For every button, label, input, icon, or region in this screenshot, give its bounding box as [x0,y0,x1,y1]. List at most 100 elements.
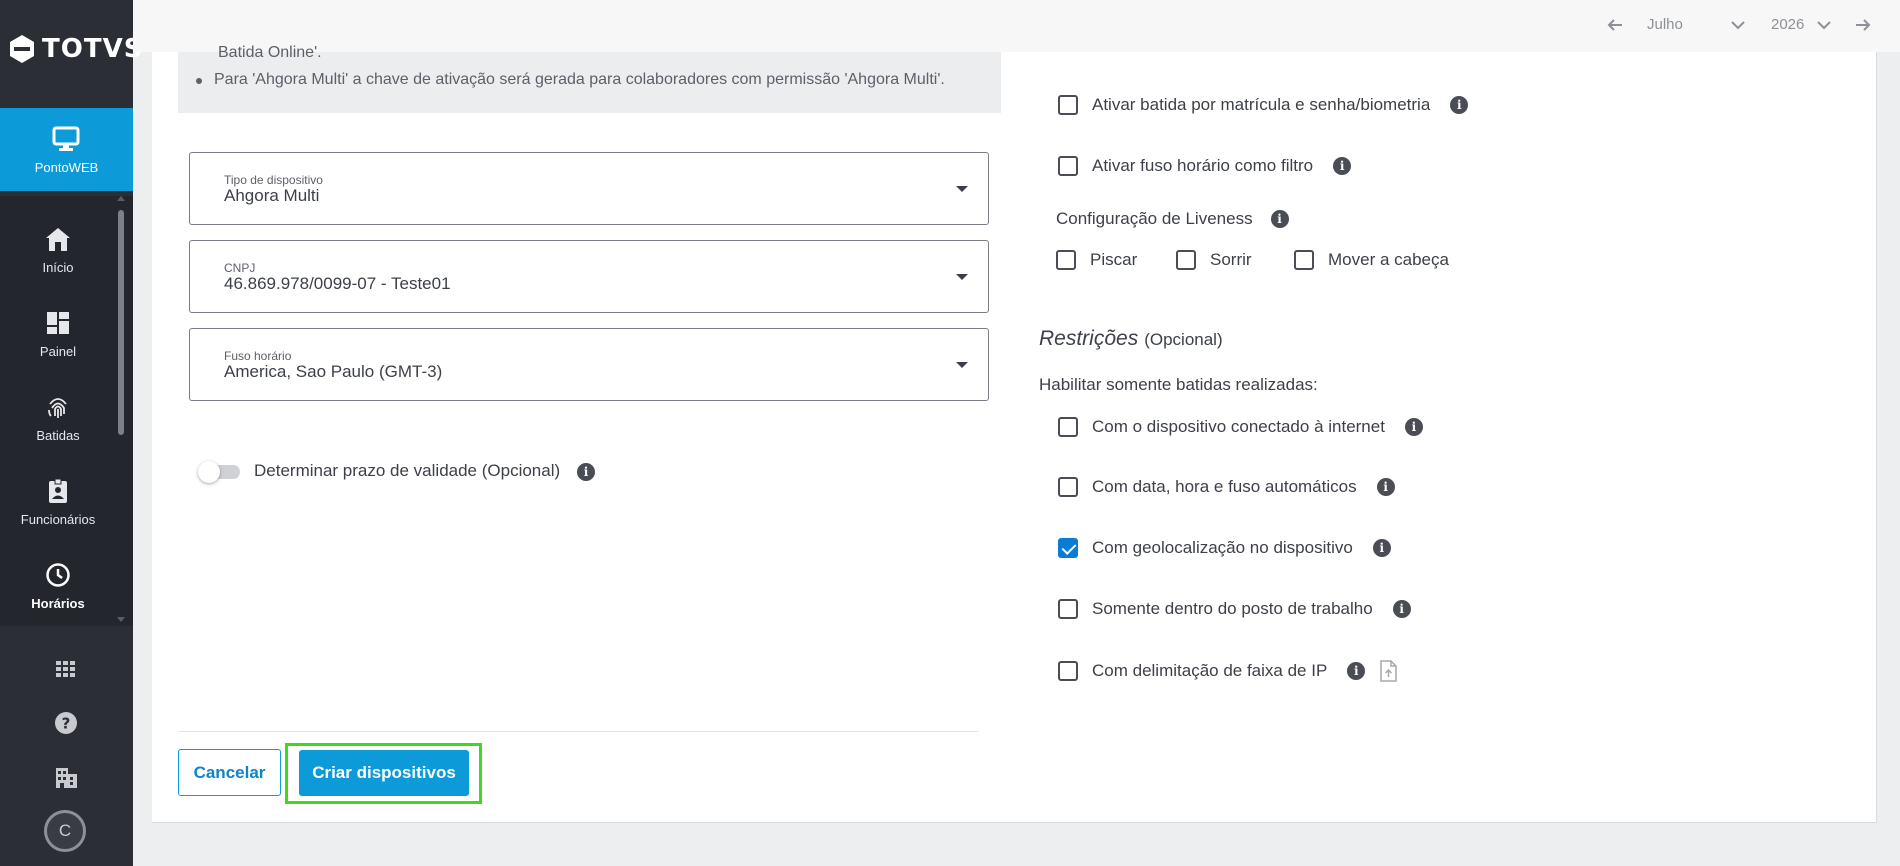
option-label: Sorrir [1210,250,1252,269]
checkbox[interactable] [1058,661,1078,681]
restriction-faixa-ip[interactable]: Com delimitação de faixa de IP i [1058,660,1398,682]
info-icon[interactable]: i [1372,539,1391,557]
nav-item-painel[interactable]: Painel [0,290,116,370]
cnpj-select[interactable]: CNPJ 46.869.978/0099-07 - Teste01 [189,240,989,313]
info-box-cut-text: Batida Online'. [218,44,322,61]
timezone-select[interactable]: Fuso horário America, Sao Paulo (GMT-3) [189,328,989,401]
year-select-value[interactable]: 2026 [1771,16,1804,33]
clock-icon [46,563,70,587]
liveness-title: Configuração de Liveness [1056,209,1253,228]
nav-label: Início [42,260,74,275]
restriction-label: Somente dentro do posto de trabalho [1092,599,1373,618]
info-icon[interactable]: i [1404,418,1423,436]
info-icon[interactable]: i [1333,157,1352,175]
logo-text: TOTVS [42,34,144,64]
checkbox[interactable] [1058,95,1078,115]
badge-icon [49,478,67,503]
restrictions-title: Restrições [1039,327,1139,350]
arrow-left-icon[interactable] [1607,18,1623,32]
totvs-logo-icon [10,35,34,63]
bullet-dot [196,78,202,84]
dropdown-caret-icon [956,186,968,192]
toggle-knob [198,461,220,483]
info-icon[interactable]: i [1392,600,1411,618]
dropdown-caret-icon [956,274,968,280]
checkbox[interactable] [1294,250,1314,270]
info-box-bullet: Para 'Ahgora Multi' a chave de ativação … [196,71,945,89]
option-label: Ativar batida por matrícula e senha/biom… [1092,95,1431,114]
nav-item-funcionarios[interactable]: Funcionários [0,458,116,538]
home-icon [46,228,70,251]
restriction-data-hora[interactable]: Com data, hora e fuso automáticos i [1058,477,1395,497]
nav-scroll-area: Início Painel Batidas Funcionários Horár… [0,196,133,626]
option-label: Piscar [1090,250,1138,269]
cnpj-value: 46.869.978/0099-07 - Teste01 [224,274,451,293]
restriction-label: Com data, hora e fuso automáticos [1092,477,1357,496]
sidebar-scrollbar-thumb[interactable] [118,210,124,435]
monitor-icon [52,126,80,151]
restriction-posto-trabalho[interactable]: Somente dentro do posto de trabalho i [1058,599,1411,619]
scroll-up-arrow[interactable] [117,196,125,201]
cnpj-label: CNPJ [224,261,256,275]
scroll-down-arrow[interactable] [117,617,125,622]
nav-label: Funcionários [20,512,96,527]
device-type-select[interactable]: Tipo de dispositivo Ahgora Multi [189,152,989,225]
info-icon[interactable]: i [1450,96,1469,114]
validity-toggle-label: Determinar prazo de validade (Opcional) [254,461,561,480]
device-type-value: Ahgora Multi [224,186,320,205]
info-icon[interactable]: i [1347,662,1366,680]
restriction-label: Com delimitação de faixa de IP [1092,661,1328,680]
checkbox-checked[interactable] [1058,538,1078,558]
cancel-button[interactable]: Cancelar [178,749,281,796]
help-icon[interactable]: ? [53,710,79,736]
building-icon[interactable] [53,764,79,790]
month-select-value[interactable]: Julho [1647,16,1683,33]
checkbox[interactable] [1056,250,1076,270]
liveness-section-title: Configuração de Liveness i [1056,209,1289,229]
nav-item-pontoweb[interactable]: PontoWEB [0,108,133,191]
checkbox[interactable] [1058,417,1078,437]
actions-divider [178,731,978,732]
sidebar: TOTVS PontoWEB Início Painel Batidas Fun… [0,0,142,866]
totvs-logo[interactable]: TOTVS [8,32,143,66]
checkbox[interactable] [1058,599,1078,619]
info-icon[interactable]: i [577,463,595,481]
liveness-option-sorrir[interactable]: Sorrir [1176,250,1252,270]
info-box: Batida Online'. Para 'Ahgora Multi' a ch… [178,44,1001,113]
option-label: Ativar fuso horário como filtro [1092,156,1314,175]
restriction-internet[interactable]: Com o dispositivo conectado à internet i [1058,417,1423,437]
chevron-down-icon[interactable] [1817,20,1831,30]
liveness-option-piscar[interactable]: Piscar [1056,250,1137,270]
option-batida-matricula[interactable]: Ativar batida por matrícula e senha/biom… [1058,95,1469,115]
fingerprint-icon [48,398,67,418]
info-icon[interactable]: i [1376,478,1395,496]
info-box-bullet-text: Para 'Ahgora Multi' a chave de ativação … [214,71,945,88]
timezone-label: Fuso horário [224,349,292,363]
user-avatar[interactable]: C [44,810,86,852]
nav-item-inicio[interactable]: Início [0,206,116,286]
checkbox[interactable] [1176,250,1196,270]
liveness-option-mover[interactable]: Mover a cabeça [1294,250,1449,270]
nav-item-horarios[interactable]: Horários [0,542,116,622]
checkbox[interactable] [1058,156,1078,176]
arrow-right-icon[interactable] [1855,18,1871,32]
nav-label: Batidas [36,428,80,443]
svg-text:?: ? [62,715,71,733]
dropdown-caret-icon [956,362,968,368]
restriction-geolocalizacao[interactable]: Com geolocalização no dispositivo i [1058,538,1391,558]
apps-grid-icon[interactable] [53,656,79,682]
validity-toggle[interactable] [198,461,242,483]
nav-item-batidas[interactable]: Batidas [0,374,116,454]
file-upload-icon[interactable] [1379,660,1398,682]
chevron-down-icon[interactable] [1731,20,1745,30]
device-type-label: Tipo de dispositivo [224,173,323,187]
option-fuso-filtro[interactable]: Ativar fuso horário como filtro i [1058,156,1352,176]
timezone-value: America, Sao Paulo (GMT-3) [224,362,443,381]
create-devices-button[interactable]: Criar dispositivos [299,750,469,796]
restriction-label: Com geolocalização no dispositivo [1092,538,1353,557]
restrictions-header: Restrições (Opcional) [1039,327,1223,351]
info-icon[interactable]: i [1270,210,1289,228]
nav-label: Horários [31,596,85,611]
nav-label: PontoWEB [34,160,99,175]
checkbox[interactable] [1058,477,1078,497]
